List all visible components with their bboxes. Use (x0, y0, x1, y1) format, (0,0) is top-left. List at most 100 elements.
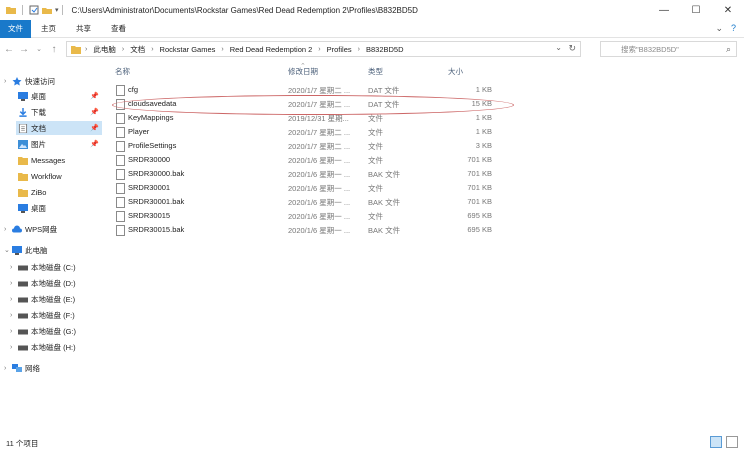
nav-item-drive-e[interactable]: › 本地磁盘 (E:) (10, 292, 75, 306)
nav-label: 桌面 (31, 203, 46, 213)
chevron-down-icon[interactable]: ⌄ (715, 23, 723, 34)
expand-chevron-icon[interactable]: › (4, 226, 12, 233)
file-type: 文件 (368, 156, 383, 165)
nav-item-network[interactable]: › 网络 (4, 361, 40, 375)
breadcrumb-chevron-icon[interactable]: › (221, 46, 223, 53)
breadcrumb-chevron-icon[interactable]: › (358, 46, 360, 53)
item-count: 11 个项目 (6, 438, 39, 448)
file-icon (116, 183, 125, 194)
column-header-size[interactable]: 大小 (448, 66, 463, 80)
nav-item-drive-f[interactable]: › 本地磁盘 (F:) (10, 308, 75, 322)
file-date: 2020/1/7 星期二 ... (288, 86, 351, 95)
expand-chevron-icon[interactable]: › (10, 344, 18, 351)
breadcrumb-rdr2[interactable]: Red Dead Redemption 2 (230, 45, 313, 54)
nav-item-drive-g[interactable]: › 本地磁盘 (G:) (10, 324, 76, 338)
file-row[interactable]: cfg 2020/1/7 星期二 ... DAT 文件 1 KB (112, 83, 498, 97)
search-input[interactable]: 搜索"B832BD5D" ⌕ (600, 41, 737, 57)
file-name: SRDR30001.bak (128, 197, 185, 206)
column-header-name[interactable]: 名称 (115, 66, 130, 80)
customize-quick-access-icon[interactable]: ▾ (55, 6, 59, 14)
file-row[interactable]: cloudsavedata 2020/1/7 星期二 ... DAT 文件 15… (112, 97, 498, 111)
drive-icon (18, 345, 28, 350)
file-name: SRDR30015.bak (128, 225, 185, 234)
folder-icon[interactable] (6, 5, 16, 15)
pin-icon[interactable]: 📌 (90, 92, 99, 100)
expand-chevron-icon[interactable]: › (10, 264, 18, 271)
recent-locations-chevron-icon[interactable]: ⌄ (33, 42, 45, 56)
column-header-date[interactable]: 修改日期 (288, 66, 318, 80)
refresh-icon[interactable]: ↻ (568, 43, 576, 54)
maximize-button[interactable]: ☐ (680, 0, 712, 20)
pin-icon[interactable]: 📌 (90, 140, 99, 148)
expand-chevron-icon[interactable]: › (4, 365, 12, 372)
desktop-icon (18, 91, 28, 101)
file-name: SRDR30001 (128, 183, 171, 192)
breadcrumb-documents[interactable]: 文档 (130, 44, 145, 55)
back-arrow-icon[interactable]: ← (3, 42, 15, 56)
file-row[interactable]: SRDR30000 2020/1/6 星期一 ... 文件 701 KB (112, 153, 498, 167)
window-controls: — ☐ ✕ (648, 0, 744, 20)
nav-label: 本地磁盘 (F:) (31, 310, 75, 320)
expand-chevron-icon[interactable]: › (10, 280, 18, 287)
nav-item-messages[interactable]: Messages (18, 153, 65, 167)
breadcrumb-chevron-icon[interactable]: › (318, 46, 320, 53)
nav-item-desktop-2[interactable]: 桌面 (18, 201, 46, 215)
tab-file[interactable]: 文件 (0, 19, 31, 38)
file-row[interactable]: SRDR30015.bak 2020/1/6 星期一 ... BAK 文件 69… (112, 223, 498, 237)
file-name: ProfileSettings (128, 141, 177, 150)
breadcrumb-profiles[interactable]: Profiles (327, 45, 352, 54)
file-size: 3 KB (475, 141, 492, 150)
nav-item-downloads[interactable]: 下载 📌 (18, 105, 102, 119)
close-button[interactable]: ✕ (712, 0, 744, 20)
file-list-pane: 名称 ⌃ 修改日期 类型 大小 cfg 2020/1/7 星期二 ... DAT… (106, 62, 744, 434)
address-bar[interactable]: › 此电脑 › 文档 › Rockstar Games › Red Dead R… (66, 41, 581, 57)
address-row: ← → ⌄ ↑ › 此电脑 › 文档 › Rockstar Games › Re… (0, 38, 744, 60)
nav-item-workflow[interactable]: Workflow (18, 169, 62, 183)
expand-chevron-icon[interactable]: › (10, 312, 18, 319)
large-icons-view-icon[interactable] (726, 436, 738, 448)
pin-icon[interactable]: 📌 (90, 108, 99, 116)
file-row[interactable]: SRDR30001.bak 2020/1/6 星期一 ... BAK 文件 70… (112, 195, 498, 209)
up-arrow-icon[interactable]: ↑ (48, 42, 60, 56)
expand-chevron-icon[interactable]: › (10, 296, 18, 303)
minimize-button[interactable]: — (648, 0, 680, 20)
breadcrumb-chevron-icon[interactable]: › (151, 46, 153, 53)
help-icon[interactable]: ? (731, 23, 736, 34)
expand-chevron-icon[interactable]: ⌄ (4, 246, 12, 254)
nav-item-wps[interactable]: › WPS网盘 (4, 222, 57, 236)
nav-item-zibo[interactable]: ZiBo (18, 185, 46, 199)
file-row[interactable]: SRDR30001 2020/1/6 星期一 ... 文件 701 KB (112, 181, 498, 195)
tab-view[interactable]: 查看 (101, 20, 136, 38)
nav-item-documents[interactable]: 文档 📌 (16, 121, 102, 135)
file-row[interactable]: SRDR30000.bak 2020/1/6 星期一 ... BAK 文件 70… (112, 167, 498, 181)
file-row[interactable]: ProfileSettings 2020/1/7 星期二 ... 文件 3 KB (112, 139, 498, 153)
expand-chevron-icon[interactable]: › (10, 328, 18, 335)
nav-quick-access[interactable]: › 快速访问 (4, 74, 55, 88)
nav-item-desktop[interactable]: 桌面 📌 (18, 89, 102, 103)
breadcrumb-current-folder[interactable]: B832BD5D (366, 45, 404, 54)
file-row[interactable]: Player 2020/1/7 星期二 ... 文件 1 KB (112, 125, 498, 139)
breadcrumb-this-pc[interactable]: 此电脑 (93, 44, 116, 55)
breadcrumb-chevron-icon[interactable]: › (122, 46, 124, 53)
tab-share[interactable]: 共享 (66, 20, 101, 38)
file-size: 1 KB (475, 113, 492, 122)
breadcrumb-chevron-icon[interactable]: › (85, 46, 87, 53)
nav-item-drive-h[interactable]: › 本地磁盘 (H:) (10, 340, 76, 354)
nav-item-this-pc[interactable]: ⌄ 此电脑 (4, 243, 48, 257)
new-folder-icon[interactable] (42, 5, 52, 15)
file-row[interactable]: KeyMappings 2019/12/31 星期... 文件 1 KB (112, 111, 498, 125)
nav-item-pictures[interactable]: 图片 📌 (18, 137, 102, 151)
nav-item-drive-c[interactable]: › 本地磁盘 (C:) (10, 260, 76, 274)
nav-item-drive-d[interactable]: › 本地磁盘 (D:) (10, 276, 76, 290)
address-dropdown-icon[interactable]: ⌄ (555, 43, 562, 52)
breadcrumb-rockstar-games[interactable]: Rockstar Games (160, 45, 216, 54)
pin-icon[interactable]: 📌 (90, 124, 99, 132)
forward-arrow-icon[interactable]: → (18, 42, 30, 56)
drive-icon (18, 281, 28, 286)
tab-home[interactable]: 主页 (31, 20, 66, 38)
properties-icon[interactable] (29, 5, 39, 15)
column-header-type[interactable]: 类型 (368, 66, 383, 80)
expand-chevron-icon[interactable]: › (4, 78, 12, 85)
details-view-icon[interactable] (710, 436, 722, 448)
file-row[interactable]: SRDR30015 2020/1/6 星期一 ... 文件 695 KB (112, 209, 498, 223)
